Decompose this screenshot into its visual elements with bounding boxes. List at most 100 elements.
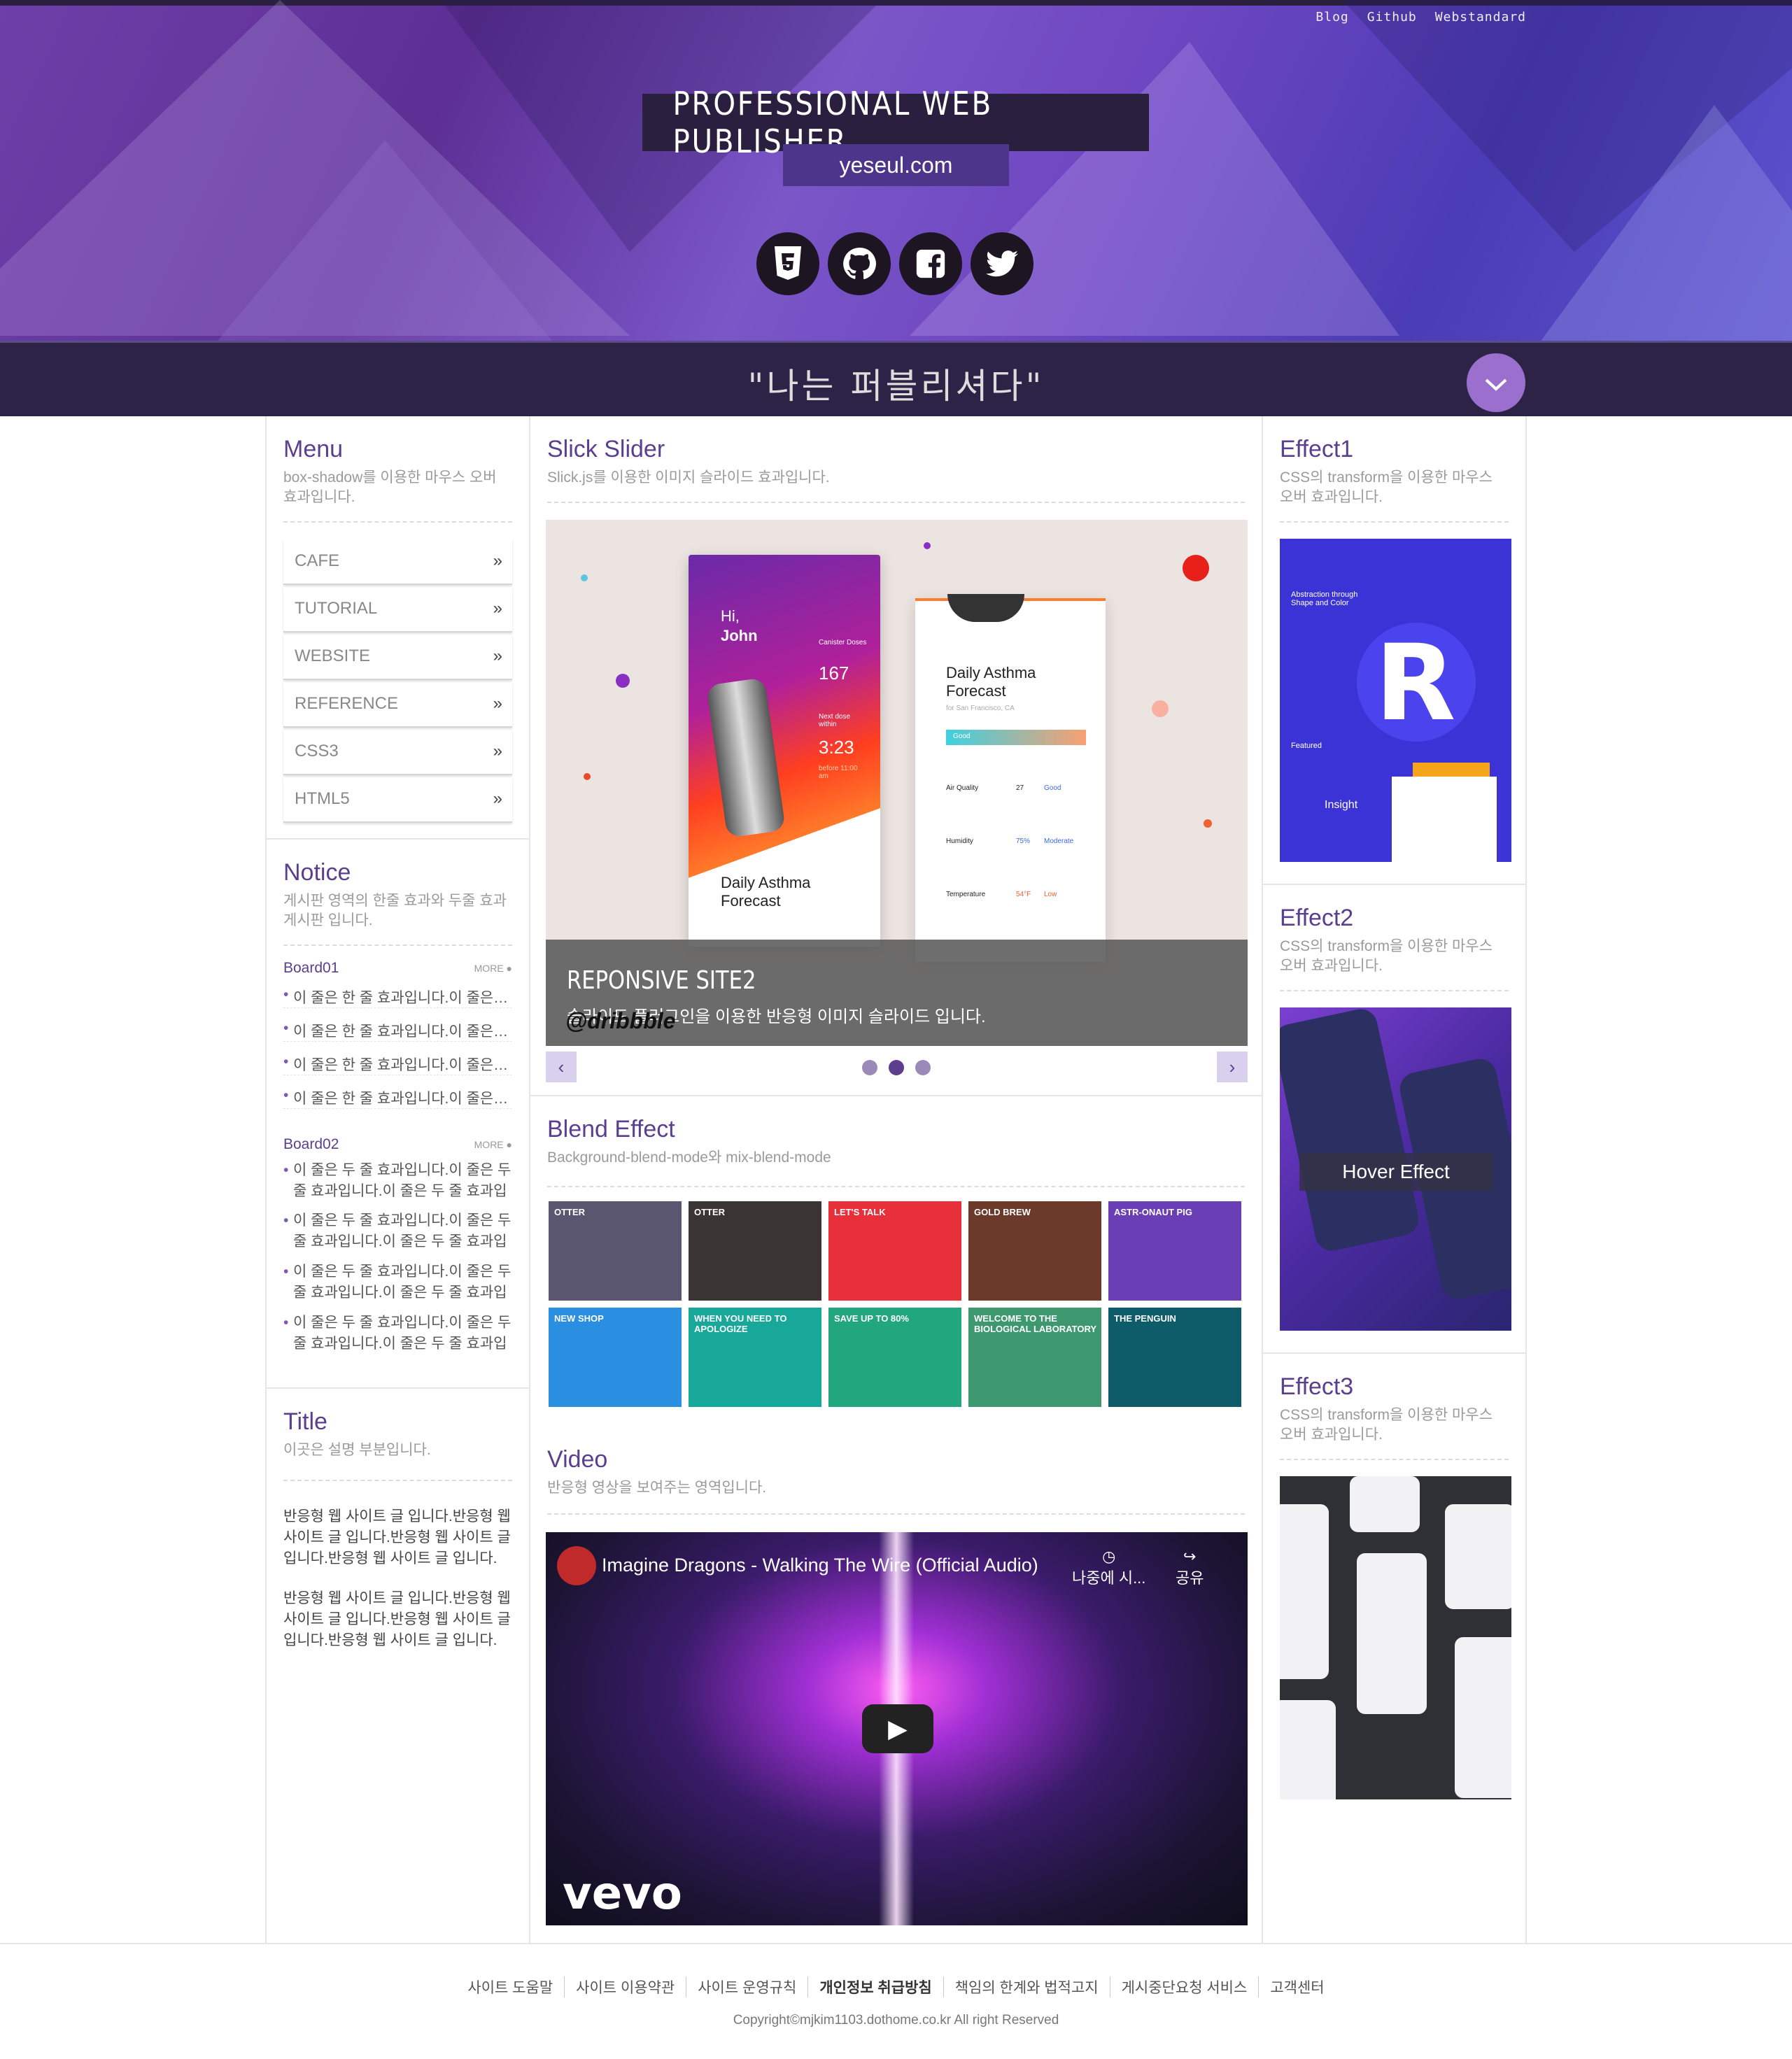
menu-section: Menu box-shadow를 이용한 마우스 오버 효과입니다. CAFE»… [267,416,529,840]
video-player[interactable]: Imagine Dragons - Walking The Wire (Offi… [546,1532,1248,1925]
divider [547,1186,1245,1187]
blend-thumb[interactable]: ASTR-ONAUT PIG [1108,1201,1241,1301]
twitter-icon[interactable] [971,232,1033,295]
menu-title: Menu [283,436,344,462]
blend-thumb[interactable]: THE PENGUIN [1108,1308,1241,1407]
scroll-down-button[interactable] [1467,353,1525,412]
share-icon: ↪ [1183,1548,1197,1565]
play-button[interactable]: ▶ [862,1704,933,1753]
notice-desc: 게시판 영역의 한줄 효과와 두줄 효과 게시판 입니다. [283,893,507,928]
video-title-overlay[interactable]: Imagine Dragons - Walking The Wire (Offi… [602,1555,1038,1576]
slider-section: Slick Slider Slick.js를 이용한 이미지 슬라이드 효과입니… [530,416,1262,1096]
nav-blog-link[interactable]: Blog [1315,10,1348,24]
blend-thumb[interactable]: NEW SHOP [549,1308,682,1407]
title-heading: Title [283,1408,327,1435]
divider [283,944,512,946]
slider-title: Slick Slider [547,436,665,462]
list-item[interactable]: 이 줄은 두 줄 효과입니다.이 줄은 두 줄 효과입니다.이 줄은 두 줄 효… [283,1160,512,1203]
list-item[interactable]: 이 줄은 두 줄 효과입니다.이 줄은 두 줄 효과입니다.이 줄은 두 줄 효… [283,1210,512,1254]
effect3-title: Effect3 [1280,1373,1354,1400]
board01-title: Board01 [283,960,339,976]
list-item[interactable]: 이 줄은 두 줄 효과입니다.이 줄은 두 줄 효과입니다.이 줄은 두 줄 효… [283,1312,512,1356]
site-logo[interactable]: PROFESSIONAL WEB PUBLISHER [642,85,1149,160]
effect1-section: Effect1 CSS의 transform을 이용한 마우스 오버 효과입니다… [1263,416,1525,885]
image-slider[interactable]: Hi, John Canister Doses 167 Next dose wit… [546,520,1248,1046]
menu-item-cafe[interactable]: CAFE» [283,539,512,585]
double-chevron-right-icon: » [493,789,502,808]
slider-dot-1[interactable] [862,1060,877,1075]
slider-dot-2[interactable] [889,1060,904,1075]
menu-item-reference[interactable]: REFERENCE» [283,681,512,728]
nav-github-link[interactable]: Github [1367,10,1417,24]
list-item[interactable]: 이 줄은 두 줄 효과입니다.이 줄은 두 줄 효과입니다.이 줄은 두 줄 효… [283,1261,512,1305]
slide-phone-mockup: Hi, John Canister Doses 167 Next dose wit… [689,555,880,947]
list-item[interactable]: 이 줄은 한 줄 효과입니다.이 줄은 한 줄 효과입니다. [283,1087,512,1109]
channel-avatar[interactable] [557,1546,596,1585]
watch-later-button[interactable]: ◷ 나중에 시... [1072,1548,1145,1588]
effect1-image[interactable]: Abstraction through Shape and Color R Fe… [1280,539,1511,862]
blend-thumb[interactable]: OTTER [549,1201,682,1301]
share-button[interactable]: ↪ 공유 [1176,1548,1204,1588]
footer-link-support[interactable]: 고객센터 [1258,1976,1335,1997]
double-chevron-right-icon: » [493,551,502,570]
footer-link-disclaimer[interactable]: 책임의 한계와 법적고지 [943,1976,1110,1997]
board02-more-link[interactable]: MORE ● [474,1139,512,1150]
right-column: Effect1 CSS의 transform을 이용한 마우스 오버 효과입니다… [1262,416,1527,1943]
notice-title: Notice [283,859,351,886]
blend-thumb[interactable]: SAVE UP TO 80% [828,1308,961,1407]
footer-link-takedown[interactable]: 게시중단요청 서비스 [1109,1976,1259,1997]
nav-webstandard-link[interactable]: Webstandard [1435,10,1526,24]
board01-more-link[interactable]: MORE ● [474,963,512,974]
hover-effect-label: Hover Effect [1299,1153,1493,1191]
list-item[interactable]: 이 줄은 한 줄 효과입니다.이 줄은 한 줄 효과입니다. [283,986,512,1008]
slide-phone-mockup: Daily Asthma Forecast for San Francisco,… [915,594,1106,962]
vevo-logo: vevo [563,1868,682,1920]
effect3-desc: CSS의 transform을 이용한 마우스 오버 효과입니다. [1280,1407,1493,1443]
effect1-title: Effect1 [1280,436,1354,462]
divider [547,502,1245,503]
blend-thumb[interactable]: WHEN YOU NEED TO APOLOGIZE [689,1308,821,1407]
divider [283,521,512,523]
blend-thumb[interactable]: OTTER [689,1201,821,1301]
slider-desc: Slick.js를 이용한 이미지 슬라이드 효과입니다. [547,469,830,486]
site-footer: 사이트 도움말 사이트 이용약관 사이트 운영규칙 개인정보 취급방침 책임의 … [0,1943,1792,2059]
effect2-desc: CSS의 transform을 이용한 마우스 오버 효과입니다. [1280,938,1493,974]
top-nav: Blog Github Webstandard [1315,10,1526,24]
slider-dot-3[interactable] [915,1060,931,1075]
chevron-down-icon [1484,367,1508,399]
github-icon[interactable] [828,232,891,295]
footer-link-rules[interactable]: 사이트 운영규칙 [686,1976,807,1997]
dribbble-watermark: @dribbble [565,1008,676,1033]
site-header: Blog Github Webstandard PROFESSIONAL WEB… [0,0,1792,341]
play-icon: ▶ [888,1714,908,1743]
left-column: Menu box-shadow를 이용한 마우스 오버 효과입니다. CAFE»… [265,416,530,1943]
domain-text: yeseul.com [839,152,953,178]
notice-section: Notice 게시판 영역의 한줄 효과와 두줄 효과 게시판 입니다. Boa… [267,840,529,1389]
menu-item-website[interactable]: WEBSITE» [283,634,512,680]
effect3-image[interactable] [1280,1476,1511,1799]
blend-thumb[interactable]: GOLD BREW [968,1201,1101,1301]
chevron-right-icon: › [1229,1056,1236,1077]
footer-link-help[interactable]: 사이트 도움말 [456,1976,564,1997]
menu-item-css3[interactable]: CSS3» [283,729,512,775]
html5-icon[interactable] [756,232,819,295]
footer-link-privacy[interactable]: 개인정보 취급방침 [807,1976,943,1997]
blend-thumb[interactable]: WELCOME TO THE BIOLOGICAL LABORATORY [968,1308,1101,1407]
effect1-desc: CSS의 transform을 이용한 마우스 오버 효과입니다. [1280,469,1493,505]
blend-thumb[interactable]: LET'S TALK [828,1201,961,1301]
video-title: Video [547,1446,608,1473]
footer-link-terms[interactable]: 사이트 이용약관 [564,1976,686,1997]
effect3-section: Effect3 CSS의 transform을 이용한 마우스 오버 효과입니다… [1263,1354,1525,1943]
slider-prev-button[interactable]: ‹ [546,1052,577,1082]
list-item[interactable]: 이 줄은 한 줄 효과입니다.이 줄은 한 줄 효과입니다. [283,1054,512,1075]
menu-item-tutorial[interactable]: TUTORIAL» [283,586,512,632]
effect2-section: Effect2 CSS의 transform을 이용한 마우스 오버 효과입니다… [1263,885,1525,1354]
slider-next-button[interactable]: › [1217,1052,1248,1082]
menu-desc: box-shadow를 이용한 마우스 오버 효과입니다. [283,469,497,505]
facebook-icon[interactable] [899,232,962,295]
copyright-text: Copyright©mjkim1103.dothome.co.kr All ri… [733,2013,1059,2028]
effect2-image[interactable]: Hover Effect [1280,1007,1511,1331]
effect2-title: Effect2 [1280,905,1354,931]
list-item[interactable]: 이 줄은 한 줄 효과입니다.이 줄은 한 줄 효과입니다. [283,1020,512,1042]
menu-item-html5[interactable]: HTML5» [283,777,512,823]
